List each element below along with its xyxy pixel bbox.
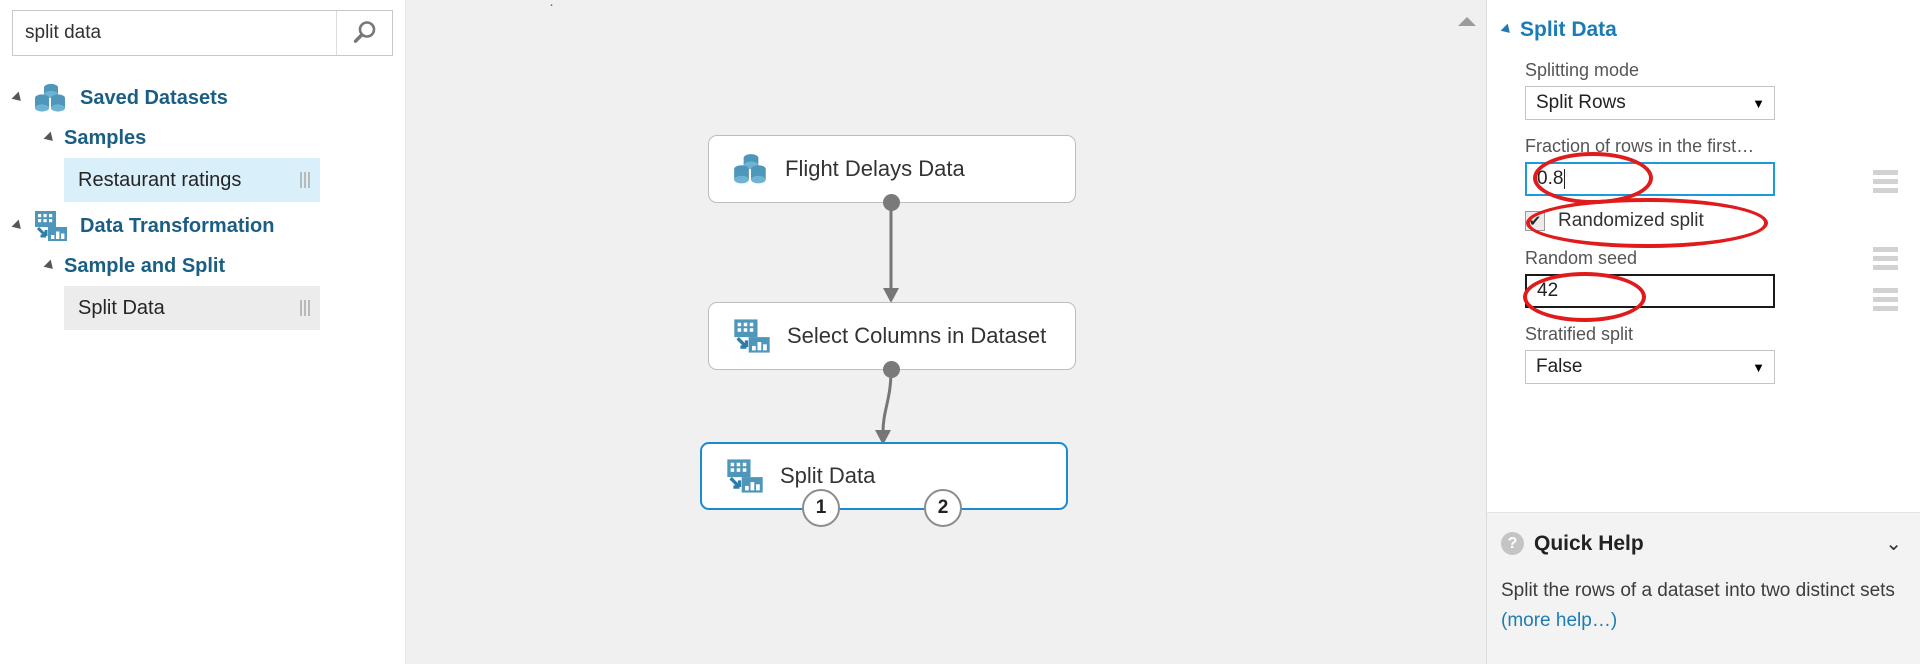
- stratified-split-select[interactable]: False ▼: [1525, 350, 1775, 384]
- output-port[interactable]: [883, 194, 900, 211]
- node-label: Select Columns in Dataset: [787, 323, 1047, 348]
- randomized-split-checkbox[interactable]: ✔: [1525, 211, 1545, 231]
- fraction-drag-handle-icon[interactable]: [1873, 170, 1898, 193]
- random-seed-input[interactable]: 42: [1525, 274, 1775, 308]
- canvas-scrollbar[interactable]: [1448, 0, 1486, 664]
- chevron-down-icon: ▼: [1752, 359, 1765, 375]
- random-seed-drag-handle-icon[interactable]: [1873, 288, 1898, 311]
- tree-item-samples[interactable]: Samples: [0, 118, 406, 158]
- quick-help-header[interactable]: ? Quick Help ⌄: [1487, 513, 1920, 556]
- pipeline-node-select-columns-in-dataset[interactable]: Select Columns in Dataset: [708, 302, 1076, 370]
- question-mark-icon: ?: [1501, 532, 1524, 555]
- pipeline-node-split-data[interactable]: Split Data: [700, 442, 1068, 510]
- output-port-1[interactable]: 1: [802, 489, 840, 527]
- tree-item-saved-datasets[interactable]: Saved Datasets: [0, 78, 406, 118]
- stratified-split-label: Stratified split: [1525, 324, 1634, 344]
- output-port[interactable]: [883, 361, 900, 378]
- output-port-2[interactable]: 2: [924, 489, 962, 527]
- node-label: Flight Delays Data: [785, 156, 965, 181]
- randomized-split-row[interactable]: ✔ Randomized split: [1525, 210, 1896, 232]
- tree-item-label: Split Data: [78, 296, 165, 319]
- chevron-down-icon[interactable]: ⌄: [1885, 531, 1902, 556]
- random-seed-value: 42: [1537, 280, 1559, 301]
- expand-triangle-icon[interactable]: [43, 131, 57, 145]
- search-input[interactable]: [13, 22, 336, 44]
- quick-help-section: ? Quick Help ⌄ Split the rows of a datas…: [1487, 512, 1920, 664]
- tree-item-split-data[interactable]: Split Data: [0, 286, 406, 330]
- stratified-split-value: False: [1536, 356, 1583, 377]
- drag-grip-icon[interactable]: [300, 300, 310, 316]
- text-caret: [1564, 169, 1566, 189]
- expand-triangle-icon[interactable]: [11, 91, 25, 105]
- pipeline-node-flight-delays-data[interactable]: Flight Delays Data: [708, 135, 1076, 203]
- quick-help-link[interactable]: (more help…): [1487, 606, 1920, 636]
- search-button[interactable]: [336, 11, 392, 55]
- search-box[interactable]: [12, 10, 393, 56]
- properties-panel-header[interactable]: Split Data: [1487, 0, 1920, 42]
- tree-item-label: Samples: [64, 126, 147, 149]
- tree-item-sample-and-split[interactable]: Sample and Split: [0, 246, 406, 286]
- fraction-value: 0.8: [1537, 168, 1564, 189]
- properties-form: Splitting mode Split Rows ▼ Fraction of …: [1487, 42, 1920, 384]
- search-icon: [353, 21, 375, 43]
- properties-panel: Split Data Splitting mode Split Rows ▼ F…: [1486, 0, 1920, 664]
- tree-item-restaurant-ratings[interactable]: Restaurant ratings: [0, 158, 406, 202]
- node-label: Split Data: [780, 463, 876, 488]
- tree-item-label: Restaurant ratings: [78, 168, 242, 191]
- tree-item-label: Sample and Split: [64, 254, 226, 277]
- transform-icon: [35, 211, 67, 241]
- module-tree: Saved Datasets Samples Restaurant rating…: [0, 78, 406, 330]
- quick-help-title: Quick Help: [1534, 531, 1644, 555]
- splitting-mode-value: Split Rows: [1536, 92, 1626, 113]
- random-seed-label: Random seed: [1525, 248, 1638, 268]
- randomized-split-label: Randomized split: [1558, 210, 1704, 231]
- quick-help-text: Split the rows of a dataset into two dis…: [1501, 580, 1895, 601]
- randomized-split-drag-handle-icon[interactable]: [1873, 247, 1898, 270]
- splitting-mode-label: Splitting mode: [1525, 60, 1640, 80]
- chevron-up-icon[interactable]: [1458, 17, 1476, 26]
- expand-triangle-icon[interactable]: [43, 259, 57, 273]
- chevron-down-icon: ▼: [1752, 95, 1765, 111]
- fraction-label: Fraction of rows in the first…: [1525, 136, 1755, 156]
- dataset-icon: [734, 154, 766, 184]
- properties-panel-title: Split Data: [1520, 18, 1617, 41]
- pipeline-canvas[interactable]: · Flight Delays Data Select Columns in D…: [406, 0, 1486, 664]
- transform-icon: [734, 319, 770, 353]
- fraction-input[interactable]: 0.8: [1525, 162, 1775, 196]
- tree-item-label: Data Transformation: [80, 214, 275, 237]
- collapse-triangle-icon[interactable]: [1500, 23, 1514, 37]
- app-root: Saved Datasets Samples Restaurant rating…: [0, 0, 1920, 664]
- drag-grip-icon[interactable]: [300, 172, 310, 188]
- module-palette-sidebar: Saved Datasets Samples Restaurant rating…: [0, 0, 406, 664]
- expand-triangle-icon[interactable]: [11, 219, 25, 233]
- dataset-icon: [35, 83, 65, 112]
- transform-icon: [727, 459, 763, 493]
- splitting-mode-select[interactable]: Split Rows ▼: [1525, 86, 1775, 120]
- tree-item-label: Saved Datasets: [80, 86, 228, 109]
- tree-item-data-transformation[interactable]: Data Transformation: [0, 206, 406, 246]
